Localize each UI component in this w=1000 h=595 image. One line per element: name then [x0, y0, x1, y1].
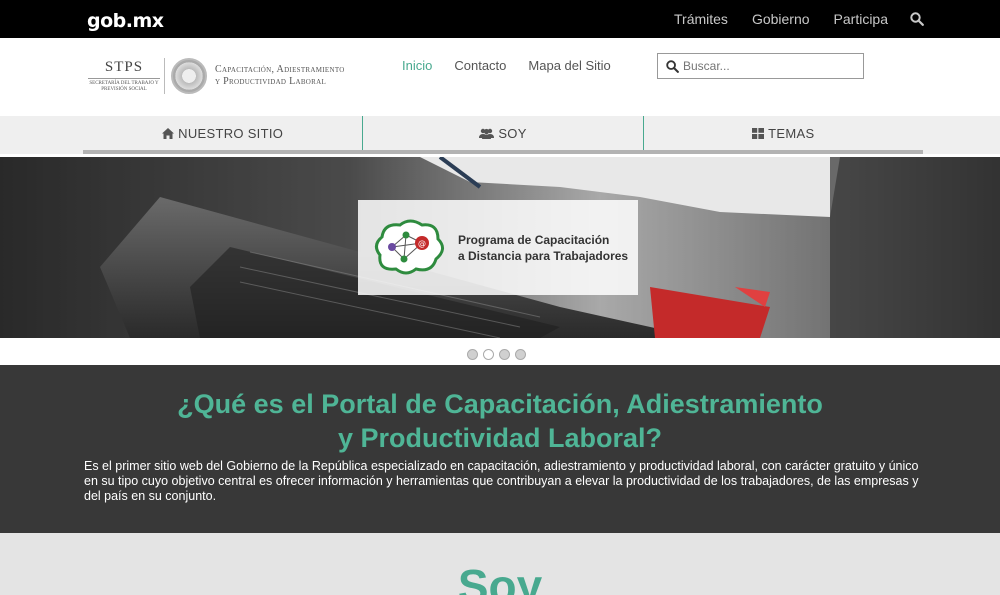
about-title-line-2: y Productividad Laboral? [337, 423, 663, 453]
site-header: STPS SECRETARÍA DEL TRABAJO Y PREVISIÓN … [0, 38, 1000, 116]
program-title-line-2: a Distancia para Trabajadores [458, 248, 629, 263]
grid-icon [752, 127, 765, 139]
top-nav: Trámites Gobierno Participa [650, 0, 924, 38]
search-input[interactable] [683, 59, 853, 73]
carousel-indicators [467, 349, 526, 360]
top-nav-tramites[interactable]: Trámites [674, 11, 728, 27]
about-title-line-1: ¿Qué es el Portal de Capacitación, Adies… [177, 389, 823, 419]
gobmx-logo[interactable]: gob.mx [87, 10, 164, 32]
program-title: Programa de Capacitación a Distancia par… [458, 232, 628, 264]
home-icon [162, 127, 175, 139]
about-description: Es el primer sitio web del Gobierno de l… [84, 459, 919, 503]
mexico-seal-icon [171, 58, 207, 94]
hero-banner[interactable]: @ Programa de Capacitación a Distancia p… [0, 157, 1000, 338]
users-icon [479, 128, 495, 139]
stps-wordmark: STPS SECRETARÍA DEL TRABAJO Y PREVISIÓN … [88, 59, 160, 93]
nav-contacto[interactable]: Contacto [454, 58, 506, 73]
section-tabs: NUESTRO SITIO SOY TEMAS [83, 116, 923, 154]
program-title-line-1: Programa de Capacitación [458, 232, 610, 247]
portal-name: Capacitación, Adiestramiento y Productiv… [215, 64, 345, 88]
search-box [657, 53, 864, 79]
svg-text:@: @ [418, 239, 426, 248]
tab-soy[interactable]: SOY [362, 116, 642, 150]
stps-subtitle: SECRETARÍA DEL TRABAJO Y PREVISIÓN SOCIA… [89, 81, 159, 92]
top-nav-participa[interactable]: Participa [834, 11, 888, 27]
about-section: ¿Qué es el Portal de Capacitación, Adies… [0, 365, 1000, 533]
search-icon [666, 59, 679, 73]
about-title: ¿Qué es el Portal de Capacitación, Adies… [0, 387, 1000, 455]
tab-soy-label: SOY [498, 125, 527, 141]
carousel-dot[interactable] [467, 349, 478, 360]
tab-temas[interactable]: TEMAS [642, 116, 923, 150]
top-nav-gobierno[interactable]: Gobierno [752, 11, 810, 27]
tab-temas-label: TEMAS [768, 125, 815, 141]
carousel-dot[interactable] [499, 349, 510, 360]
nav-inicio[interactable]: Inicio [402, 58, 432, 73]
portal-name-line-2: y Productividad Laboral [215, 76, 327, 87]
stps-name: STPS [88, 59, 160, 79]
nav-mapa-del-sitio[interactable]: Mapa del Sitio [528, 58, 610, 73]
main-nav: Inicio Contacto Mapa del Sitio [402, 58, 611, 73]
tab-nuestro-sitio-label: NUESTRO SITIO [178, 125, 284, 141]
logo-divider [164, 58, 165, 94]
soy-section: Soy [0, 533, 1000, 595]
top-bar: gob.mx Trámites Gobierno Participa [0, 0, 1000, 38]
tab-nuestro-sitio[interactable]: NUESTRO SITIO [83, 116, 362, 150]
program-logo-icon: @ [375, 219, 444, 274]
carousel-dot[interactable] [515, 349, 526, 360]
soy-title: Soy [457, 560, 543, 595]
carousel-dot-active[interactable] [483, 349, 494, 360]
portal-name-line-1: Capacitación, Adiestramiento [215, 64, 345, 75]
stps-logo[interactable]: STPS SECRETARÍA DEL TRABAJO Y PREVISIÓN … [88, 56, 358, 96]
program-card[interactable]: @ Programa de Capacitación a Distancia p… [358, 200, 638, 295]
search-icon[interactable] [910, 12, 924, 26]
